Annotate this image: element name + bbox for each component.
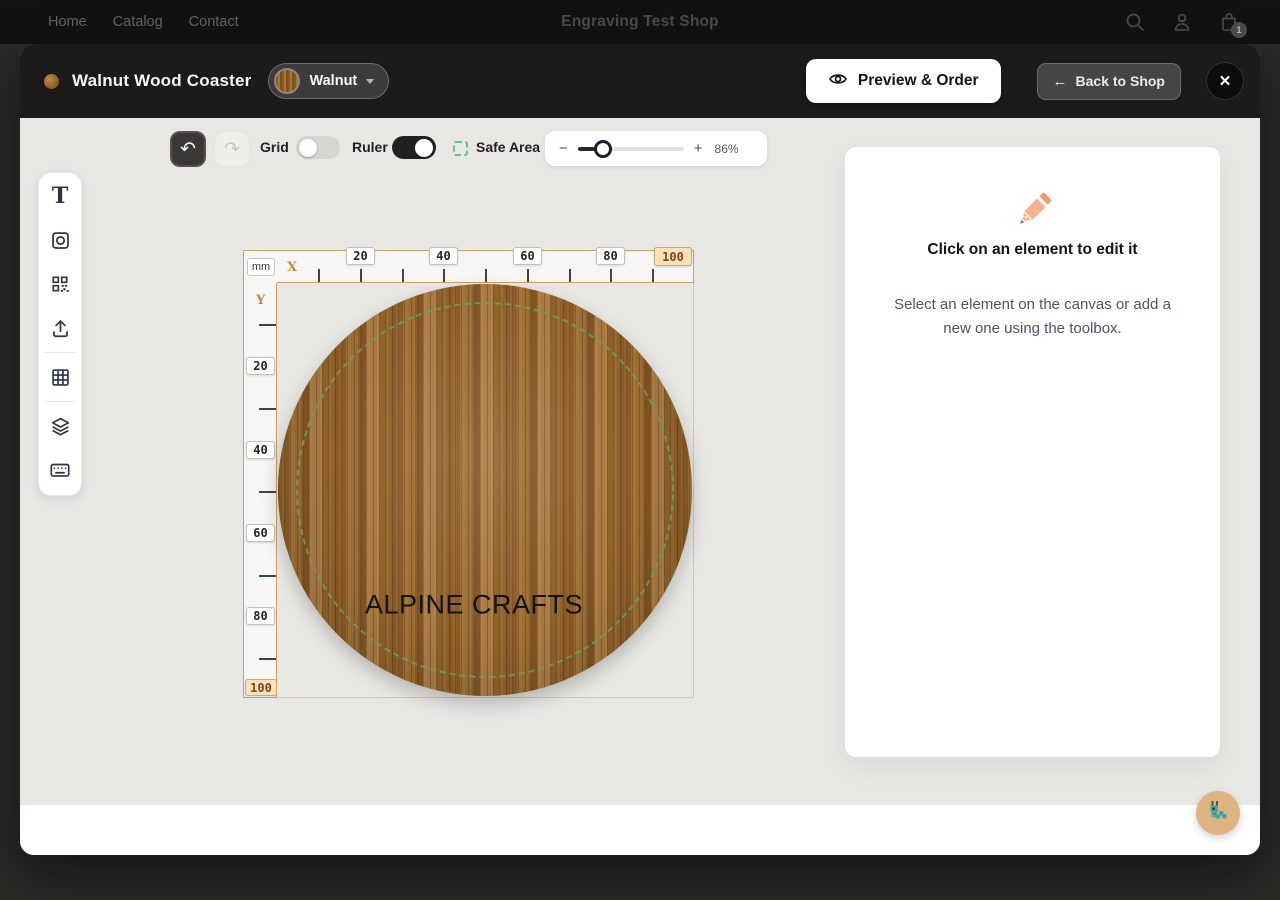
undo-button[interactable]: ↶ — [170, 131, 206, 167]
user-icon[interactable] — [1171, 11, 1193, 33]
ruler-unit-label: mm — [247, 258, 275, 276]
vertical-ruler: Y 20 40 60 80 100 — [243, 283, 277, 698]
layers-icon — [50, 416, 71, 437]
safe-area-label: Safe Area — [476, 139, 540, 155]
modal-footer — [20, 805, 1260, 855]
zoom-percentage: 86% — [715, 142, 739, 156]
toolbox-divider — [45, 401, 75, 402]
qr-code-tool-button[interactable] — [46, 270, 74, 298]
keyboard-icon — [49, 459, 71, 481]
back-to-shop-button[interactable]: ← Back to Shop — [1037, 63, 1181, 100]
design-area[interactable]: ALPINE CRAFTS — [277, 283, 694, 698]
edit-panel: Click on an element to edit it Select an… — [844, 146, 1221, 758]
ruler-tick-label: 80 — [246, 607, 275, 625]
close-button[interactable]: ✕ — [1206, 62, 1244, 100]
keyboard-tool-button[interactable] — [46, 456, 74, 484]
ruler-tick-label: 60 — [246, 524, 275, 542]
zoom-out-button[interactable]: − — [559, 141, 568, 156]
toolbox-divider — [45, 352, 75, 353]
arrow-left-icon: ← — [1053, 73, 1068, 90]
x-axis-label: X — [287, 260, 297, 275]
ruler-tick-label: 40 — [429, 247, 458, 265]
grid-toggle-knob — [299, 139, 317, 157]
image-tool-button[interactable] — [46, 226, 74, 254]
cart-badge: 1 — [1231, 22, 1247, 38]
upload-tool-button[interactable] — [46, 314, 74, 342]
undo-icon: ↶ — [180, 138, 196, 161]
editor-workspace: ↶ ↷ Grid Ruler Safe Area − + 86% T — [20, 118, 1260, 805]
panel-description: Select an element on the canvas or add a… — [887, 293, 1179, 342]
editor-modal: Walnut Wood Coaster Walnut Preview & Ord… — [20, 44, 1260, 855]
close-icon: ✕ — [1219, 72, 1232, 90]
layers-tool-button[interactable] — [46, 412, 74, 440]
product-title: Walnut Wood Coaster — [72, 71, 251, 91]
grid-tool-button[interactable] — [46, 363, 74, 391]
ruler-tick-label: 20 — [346, 247, 375, 265]
ruler-toggle-knob — [415, 139, 433, 157]
nav-link-home[interactable]: Home — [48, 14, 87, 30]
safe-area-boundary — [296, 302, 674, 678]
ruler-max-label: 100 — [245, 679, 277, 696]
toolbox: T — [38, 172, 82, 496]
y-axis-label: Y — [256, 293, 265, 308]
nav-link-catalog[interactable]: Catalog — [113, 14, 163, 30]
text-tool-icon: T — [52, 185, 68, 207]
ruler-tick-label: 80 — [596, 247, 625, 265]
cart-icon[interactable]: 1 — [1218, 11, 1240, 33]
image-icon — [50, 230, 71, 251]
ruler-max-label: 100 — [654, 247, 692, 266]
grid-icon — [50, 367, 71, 388]
ruler-tick-label: 20 — [246, 357, 275, 375]
redo-button[interactable]: ↷ — [214, 131, 250, 167]
engraving-text-element[interactable]: ALPINE CRAFTS — [365, 590, 583, 621]
walnut-material-dot-icon — [44, 74, 59, 89]
shop-top-nav: Home Catalog Contact Engraving Test Shop… — [0, 0, 1280, 44]
grid-toggle-label: Grid — [260, 139, 289, 155]
zoom-slider-knob[interactable] — [594, 140, 612, 158]
qr-code-icon — [50, 274, 70, 294]
nav-link-contact[interactable]: Contact — [189, 14, 239, 30]
editor-header: Walnut Wood Coaster Walnut Preview & Ord… — [20, 44, 1260, 118]
panel-heading: Click on an element to edit it — [845, 241, 1220, 259]
zoom-slider[interactable] — [578, 147, 684, 151]
text-tool-button[interactable]: T — [46, 182, 74, 210]
mascot-helper-button[interactable] — [1196, 791, 1240, 835]
canvas-area: mm X 20 40 60 80 100 Y 20 — [243, 250, 695, 699]
ruler-tick-label: 60 — [513, 247, 542, 265]
preview-order-button[interactable]: Preview & Order — [806, 59, 1001, 103]
grid-toggle[interactable] — [296, 136, 340, 159]
eye-icon — [828, 69, 848, 94]
safe-area-icon — [453, 141, 468, 156]
upload-icon — [50, 318, 71, 339]
horizontal-ruler: X 20 40 60 80 100 — [277, 250, 694, 283]
redo-icon: ↷ — [224, 138, 240, 161]
shop-title: Engraving Test Shop — [561, 13, 719, 31]
pencil-icon — [1009, 187, 1057, 235]
ruler-corner: mm — [243, 250, 277, 283]
coaster-product[interactable]: ALPINE CRAFTS — [278, 284, 692, 696]
caterpillar-icon — [1205, 800, 1231, 826]
material-selector[interactable]: Walnut — [268, 63, 389, 99]
chevron-down-icon — [366, 79, 374, 84]
search-icon[interactable] — [1124, 11, 1146, 33]
zoom-in-button[interactable]: + — [694, 141, 703, 156]
zoom-control: − + 86% — [545, 131, 767, 166]
material-name: Walnut — [309, 73, 357, 89]
ruler-tick-label: 40 — [246, 441, 275, 459]
ruler-toggle[interactable] — [392, 136, 436, 159]
walnut-swatch-icon — [274, 68, 300, 94]
ruler-toggle-label: Ruler — [352, 139, 388, 155]
shop-nav-links: Home Catalog Contact — [48, 14, 239, 30]
